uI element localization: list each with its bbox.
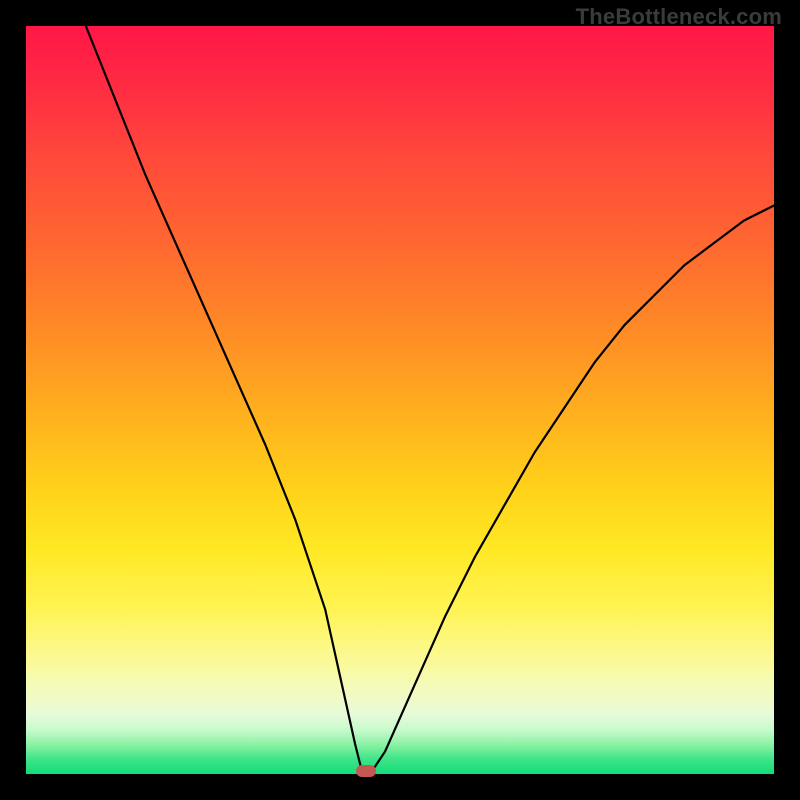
optimal-point-marker xyxy=(356,765,376,777)
watermark-text: TheBottleneck.com xyxy=(576,4,782,30)
plot-area xyxy=(26,26,774,774)
chart-frame: TheBottleneck.com xyxy=(0,0,800,800)
bottleneck-curve xyxy=(26,26,774,774)
